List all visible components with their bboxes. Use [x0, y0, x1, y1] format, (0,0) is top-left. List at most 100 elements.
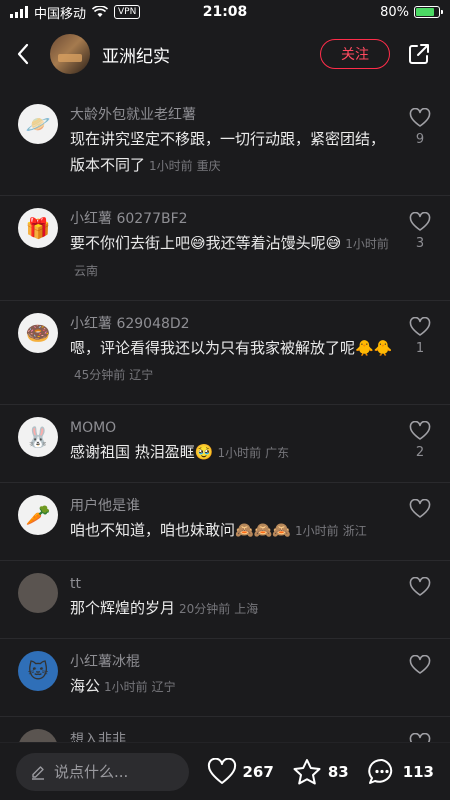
comment-item[interactable]: 想入非非 — [0, 717, 450, 742]
comment-time: 1小时前 — [295, 524, 339, 538]
comment-author[interactable]: MOMO — [70, 417, 398, 439]
comment-author[interactable]: 小红薯 629048D2 — [70, 313, 398, 335]
comment-like-button[interactable]: 9 — [406, 104, 434, 179]
status-time: 21:08 — [202, 4, 248, 20]
comment-location: 浙江 — [342, 524, 367, 538]
comment-body: 想入非非 — [70, 729, 398, 742]
gift-icon[interactable]: 🎁 — [18, 208, 58, 248]
comment-location: 辽宁 — [151, 680, 176, 694]
planet-icon[interactable]: 🪐 — [18, 104, 58, 144]
comment-location: 上海 — [234, 602, 259, 616]
comment-like-count: 3 — [415, 236, 425, 251]
heart-icon — [409, 577, 431, 596]
comment-like-button[interactable]: 2 — [406, 417, 434, 466]
carrot-icon[interactable]: 🥕 — [18, 495, 58, 535]
comment-time: 1小时前 — [345, 237, 389, 251]
comment-like-button[interactable]: 3 — [406, 208, 434, 284]
comment-author[interactable]: 小红薯冰棍 — [70, 651, 398, 673]
comment-author[interactable]: 用户他是谁 — [70, 495, 398, 517]
status-right: 80% — [380, 4, 443, 20]
battery-percent: 80% — [380, 4, 409, 20]
collect-button[interactable]: 83 — [292, 758, 349, 786]
author-avatar[interactable] — [50, 34, 90, 74]
comment-like-count: 9 — [415, 132, 425, 147]
avatar[interactable] — [18, 729, 58, 742]
comment-text: 那个辉煌的岁月 20分钟前 上海 — [70, 595, 398, 622]
comment-author[interactable]: 小红薯 60277BF2 — [70, 208, 398, 230]
heart-icon — [409, 317, 431, 336]
donut-icon[interactable]: 🍩 — [18, 313, 58, 353]
comment-location: 广东 — [265, 446, 290, 460]
comment-item[interactable]: tt 那个辉煌的岁月 20分钟前 上海 — [0, 561, 450, 639]
heart-icon — [409, 108, 431, 127]
bunny-icon[interactable]: 🐰 — [18, 417, 58, 457]
status-bar: 中国移动 VPN 21:08 80% — [0, 0, 450, 24]
comment-location: 重庆 — [196, 159, 221, 173]
author-name[interactable]: 亚洲纪实 — [102, 42, 320, 67]
heart-icon — [409, 421, 431, 440]
share-button[interactable] — [404, 39, 434, 69]
like-button[interactable]: 267 — [207, 757, 274, 786]
comment-item[interactable]: 🐰 MOMO 感谢祖国 热泪盈眶🥹 1小时前 广东 2 — [0, 405, 450, 483]
comment-button[interactable]: 113 — [367, 757, 434, 787]
doraemon-icon[interactable]: 🐱 — [18, 651, 58, 691]
heart-icon — [409, 655, 431, 674]
comment-content: 要不你们去街上吧😅我还等着沾馒头呢😅 — [70, 234, 342, 252]
header: 亚洲纪实 关注 — [0, 24, 450, 84]
comment-text: 要不你们去街上吧😅我还等着沾馒头呢😅 1小时前云南 — [70, 230, 398, 284]
comment-time: 1小时前 — [217, 446, 262, 460]
comment-time: 1小时前 — [149, 159, 193, 173]
comment-text: 现在讲究坚定不移跟，一切行动跟，紧密团结，版本不同了 1小时前 重庆 — [70, 126, 398, 179]
comment-like-button[interactable] — [406, 729, 434, 742]
battery-icon — [414, 6, 443, 18]
comment-like-button[interactable] — [406, 495, 434, 544]
comment-body: 小红薯 60277BF2 要不你们去街上吧😅我还等着沾馒头呢😅 1小时前云南 — [70, 208, 398, 284]
comment-like-button[interactable] — [406, 573, 434, 622]
comment-item[interactable]: 🐱 小红薯冰棍 海公 1小时前 辽宁 — [0, 639, 450, 717]
share-icon — [409, 44, 429, 64]
comment-input-placeholder: 说点什么... — [54, 763, 129, 781]
chevron-left-icon — [17, 43, 29, 65]
comment-content: 海公 — [70, 677, 101, 695]
comment-content: 感谢祖国 热泪盈眶🥹 — [70, 443, 214, 461]
comment-item[interactable]: 🪐 大龄外包就业老红薯 现在讲究坚定不移跟，一切行动跟，紧密团结，版本不同了 1小时前… — [0, 92, 450, 196]
comment-item[interactable]: 🎁 小红薯 60277BF2 要不你们去街上吧😅我还等着沾馒头呢😅 1小时前云南 3 — [0, 196, 450, 301]
heart-icon — [207, 757, 236, 784]
like-count: 267 — [242, 762, 274, 781]
back-button[interactable] — [16, 39, 40, 69]
star-icon — [293, 758, 321, 784]
comment-body: 小红薯 629048D2 嗯，评论看得我还以为只有我家被解放了呢🐥🐥 45分钟前 辽宁 — [70, 313, 398, 388]
signal-icon — [10, 6, 28, 18]
comment-content: 现在讲究坚定不移跟，一切行动跟，紧密团结，版本不同了 — [70, 130, 386, 174]
comment-text: 感谢祖国 热泪盈眶🥹 1小时前 广东 — [70, 439, 398, 466]
comment-like-count: 1 — [415, 341, 425, 356]
comment-author[interactable]: 想入非非 — [70, 729, 398, 742]
comment-body: MOMO 感谢祖国 热泪盈眶🥹 1小时前 广东 — [70, 417, 398, 466]
pencil-icon — [32, 765, 44, 780]
comment-item[interactable]: 🍩 小红薯 629048D2 嗯，评论看得我还以为只有我家被解放了呢🐥🐥 45分钟前辽… — [0, 301, 450, 405]
comment-author[interactable]: 大龄外包就业老红薯 — [70, 104, 398, 126]
comment-content: 那个辉煌的岁月 — [70, 599, 176, 617]
comment-body: 大龄外包就业老红薯 现在讲究坚定不移跟，一切行动跟，紧密团结，版本不同了 1小时前重… — [70, 104, 398, 179]
comment-list: 🪐 大龄外包就业老红薯 现在讲究坚定不移跟，一切行动跟，紧密团结，版本不同了 1小时前… — [0, 92, 450, 742]
battery-level — [416, 8, 434, 16]
comment-time: 1小时前 — [104, 680, 148, 694]
carrier-label: 中国移动 — [34, 6, 87, 22]
comment-author[interactable]: tt — [70, 573, 398, 595]
comment-text: 海公 1小时前 辽宁 — [70, 673, 398, 700]
comment-time: 45分钟前 — [74, 368, 126, 382]
comment-like-button[interactable] — [406, 651, 434, 700]
heart-icon — [409, 499, 431, 518]
status-left: 中国移动 VPN — [10, 3, 141, 22]
comment-like-button[interactable]: 1 — [406, 313, 434, 388]
heart-icon — [409, 733, 431, 742]
comment-item[interactable]: 🥕 用户他是谁 咱也不知道，咱也妹敢问🙈🙈🙈 1小时前 浙江 — [0, 483, 450, 561]
comment-body: tt 那个辉煌的岁月 20分钟前 上海 — [70, 573, 398, 622]
avatar[interactable] — [18, 573, 58, 613]
comment-text: 嗯，评论看得我还以为只有我家被解放了呢🐥🐥 45分钟前 辽宁 — [70, 335, 398, 388]
comment-location: 云南 — [74, 264, 99, 278]
follow-button[interactable]: 关注 — [320, 39, 390, 69]
comment-time: 20分钟前 — [179, 602, 231, 616]
comment-bubble-icon — [367, 758, 392, 784]
comment-input[interactable]: 说点什么... — [16, 752, 189, 791]
